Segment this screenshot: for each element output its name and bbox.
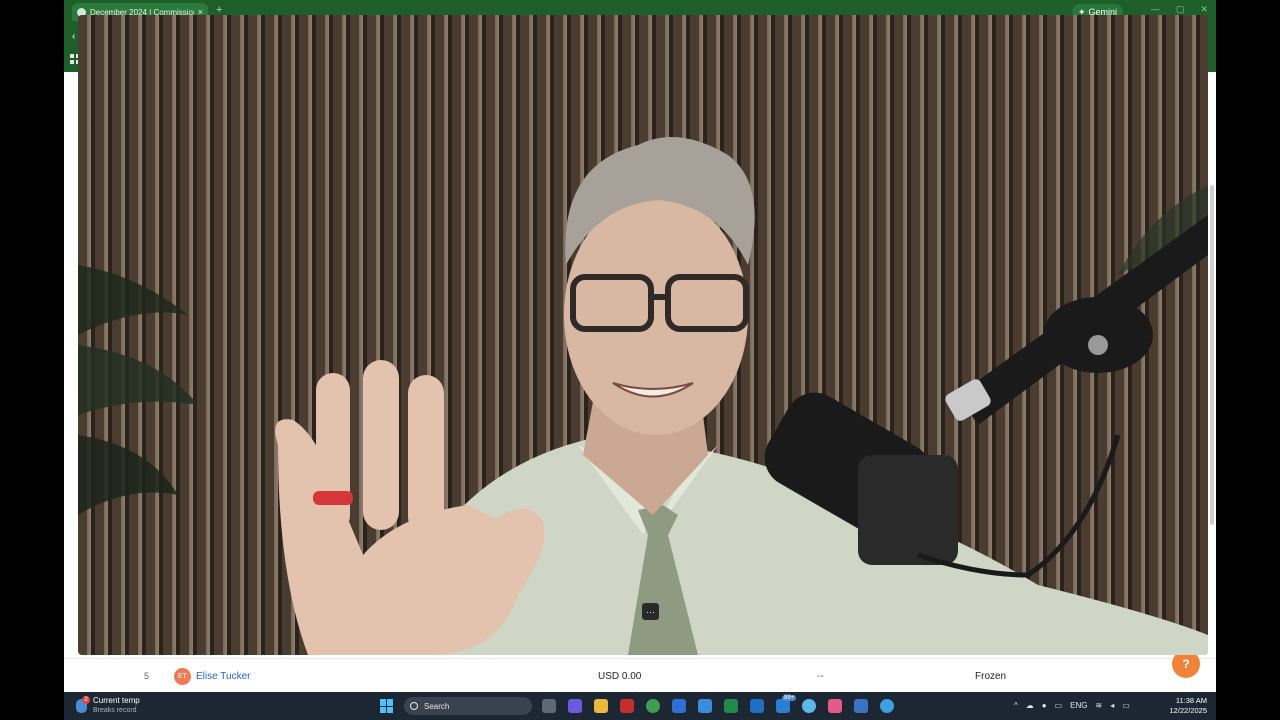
- task-view-icon[interactable]: [542, 699, 556, 713]
- minimize-button[interactable]: —: [1151, 4, 1160, 15]
- volume-icon[interactable]: ◂: [1110, 701, 1114, 710]
- video-more-options-button[interactable]: ···: [642, 603, 659, 620]
- slack-icon[interactable]: [828, 699, 842, 713]
- language-indicator[interactable]: ENG: [1070, 701, 1087, 710]
- chevron-up-icon[interactable]: ^: [1014, 701, 1018, 710]
- weather-widget[interactable]: 2 Current temp Breaks record: [76, 695, 140, 715]
- amount-cell: USD 0.00: [598, 671, 642, 682]
- screen-capture: December 2024 | Commissions × + ✦ Gemini…: [64, 0, 1216, 720]
- back-arrow-icon[interactable]: ‹: [72, 31, 75, 42]
- table-row[interactable]: 5 ET Elise Tucker USD 0.00 -- Frozen: [64, 658, 1216, 692]
- maximize-button[interactable]: ▢: [1176, 4, 1185, 15]
- video-feed: ···: [78, 15, 1208, 655]
- page-scrollbar[interactable]: [1210, 185, 1214, 525]
- copilot-icon[interactable]: [568, 699, 582, 713]
- clock-date: 12/22/2025: [1169, 706, 1207, 715]
- mail-icon[interactable]: [698, 699, 712, 713]
- video-scene: [78, 137, 1208, 655]
- edge-icon[interactable]: [802, 699, 816, 713]
- weather-badge: 2: [82, 695, 90, 704]
- outlook-icon[interactable]: [750, 699, 764, 713]
- thermometer-icon: 2: [76, 695, 90, 713]
- excel-icon[interactable]: [724, 699, 738, 713]
- ring: [313, 491, 353, 505]
- weather-subtitle: Breaks record: [93, 707, 137, 714]
- rep-name-link[interactable]: Elise Tucker: [196, 671, 250, 682]
- word-icon[interactable]: [672, 699, 686, 713]
- taskbar-search[interactable]: Search: [404, 697, 532, 715]
- status-cell: Frozen: [975, 671, 1007, 682]
- battery-icon[interactable]: ▭: [1122, 701, 1130, 710]
- row-number: 5: [144, 671, 150, 681]
- app-icon[interactable]: [880, 699, 894, 713]
- empty-cell: --: [817, 671, 824, 682]
- window-controls: — ▢ ✕: [1151, 4, 1208, 15]
- close-window-button[interactable]: ✕: [1200, 4, 1208, 15]
- weather-title: Current temp: [93, 696, 140, 705]
- system-tray: ^ ☁ ● ▭ ENG ≋ ◂ ▭: [1014, 701, 1130, 710]
- face: [564, 195, 748, 435]
- search-icon: [410, 702, 418, 710]
- file-explorer-icon[interactable]: [594, 699, 608, 713]
- plant-left: [78, 265, 198, 515]
- microphone-icon[interactable]: ●: [1042, 701, 1047, 710]
- settings-icon[interactable]: [854, 699, 868, 713]
- wifi-icon[interactable]: ≋: [1096, 701, 1103, 710]
- notification-count-badge: 99+: [782, 695, 797, 701]
- windows-taskbar: 2 Current temp Breaks record Search 99+: [64, 692, 1216, 720]
- chrome-icon[interactable]: [646, 699, 660, 713]
- onedrive-icon[interactable]: ☁: [1026, 701, 1034, 710]
- mcafee-icon[interactable]: [620, 699, 634, 713]
- search-label: Search: [424, 701, 450, 711]
- display-icon[interactable]: ▭: [1055, 701, 1063, 710]
- teams-icon[interactable]: [776, 699, 790, 713]
- start-button[interactable]: [380, 699, 394, 713]
- avatar: ET: [174, 668, 191, 685]
- clock[interactable]: 11:38 AM 12/22/2025: [1167, 696, 1207, 716]
- clock-time: 11:38 AM: [1175, 696, 1207, 705]
